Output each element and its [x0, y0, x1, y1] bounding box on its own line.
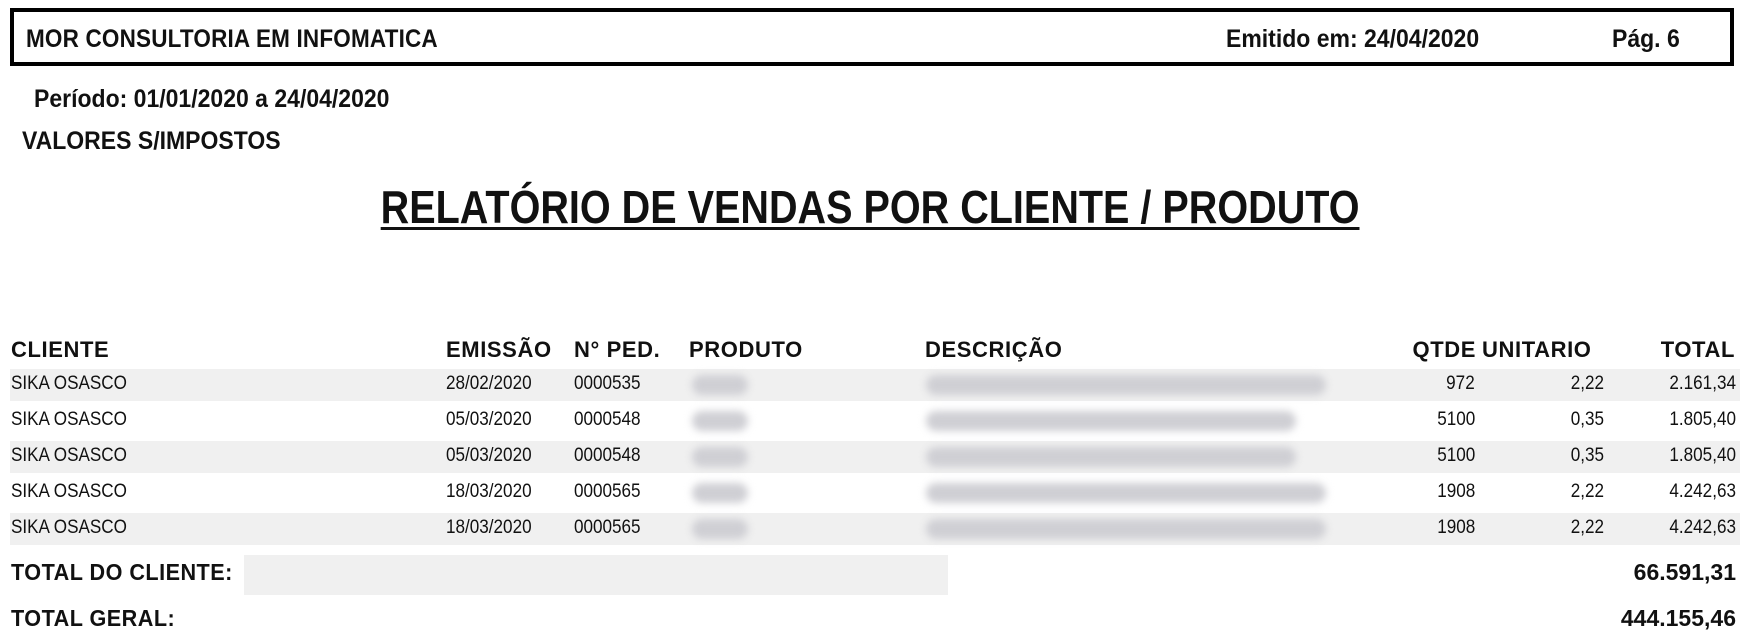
cell-unitario: 2,22 [1570, 481, 1604, 502]
redacted-produto [692, 375, 748, 395]
total-client-band [244, 555, 948, 595]
redacted-descricao [926, 411, 1296, 431]
values-note: VALORES S/IMPOSTOS [22, 127, 281, 155]
redacted-descricao [926, 375, 1326, 395]
table-row: SIKA OSASCO 05/03/2020 0000548 5100 0,35… [10, 441, 1740, 473]
cell-unitario: 0,35 [1570, 409, 1604, 430]
redacted-produto [692, 447, 748, 467]
cell-cliente: SIKA OSASCO [11, 409, 127, 430]
client-total-value: 66.591,31 [1633, 559, 1736, 585]
cell-emissao: 05/03/2020 [446, 445, 532, 466]
report-title: RELATÓRIO DE VENDAS POR CLIENTE / PRODUT… [0, 180, 1740, 234]
table-row: SIKA OSASCO 05/03/2020 0000548 5100 0,35… [10, 405, 1740, 437]
report-header: MOR CONSULTORIA EM INFOMATICA Emitido em… [10, 8, 1734, 66]
cell-pedido: 0000535 [574, 373, 641, 394]
cell-cliente: SIKA OSASCO [11, 445, 127, 466]
cell-pedido: 0000548 [574, 445, 641, 466]
cell-total: 1.805,40 [1669, 445, 1736, 466]
col-unitario: UNITARIO [1482, 337, 1592, 362]
grand-total-value: 444.155,46 [1620, 605, 1736, 631]
col-cliente: CLIENTE [11, 337, 110, 362]
col-total: TOTAL [1660, 337, 1735, 362]
cell-total: 4.242,63 [1669, 481, 1736, 502]
cell-pedido: 0000565 [574, 517, 641, 538]
cell-pedido: 0000565 [574, 481, 641, 502]
cell-emissao: 28/02/2020 [446, 373, 532, 394]
cell-unitario: 2,22 [1570, 517, 1604, 538]
cell-total: 2.161,34 [1669, 373, 1736, 394]
col-descricao: DESCRIÇÃO [925, 337, 1063, 362]
redacted-descricao [926, 519, 1326, 539]
cell-emissao: 18/03/2020 [446, 517, 532, 538]
cell-pedido: 0000548 [574, 409, 641, 430]
redacted-produto [692, 519, 748, 539]
company-name: MOR CONSULTORIA EM INFOMATICA [26, 25, 438, 53]
table-row: SIKA OSASCO 28/02/2020 0000535 972 2,22 … [10, 369, 1740, 401]
issued-date: Emitido em: 24/04/2020 [1226, 25, 1480, 53]
col-qtde: QTDE [1412, 337, 1476, 362]
redacted-descricao [926, 483, 1326, 503]
report-period: Período: 01/01/2020 a 24/04/2020 [34, 85, 390, 113]
cell-qtde: 1908 [1436, 481, 1475, 502]
table-row: SIKA OSASCO 18/03/2020 0000565 1908 2,22… [10, 477, 1740, 509]
redacted-descricao [926, 447, 1296, 467]
page-number: Pág. 6 [1612, 25, 1680, 53]
client-total-label: TOTAL DO CLIENTE: [11, 559, 233, 585]
report-title-text: RELATÓRIO DE VENDAS POR CLIENTE / PRODUT… [380, 181, 1360, 233]
cell-emissao: 18/03/2020 [446, 481, 532, 502]
cell-total: 4.242,63 [1669, 517, 1736, 538]
cell-emissao: 05/03/2020 [446, 409, 532, 430]
col-produto: PRODUTO [689, 337, 803, 362]
cell-total: 1.805,40 [1669, 409, 1736, 430]
redacted-produto [692, 411, 748, 431]
cell-qtde: 5100 [1436, 445, 1475, 466]
cell-unitario: 0,35 [1570, 445, 1604, 466]
col-pedido: N° PED. [574, 337, 661, 362]
col-emissao: EMISSÃO [446, 337, 552, 362]
cell-cliente: SIKA OSASCO [11, 481, 127, 502]
cell-cliente: SIKA OSASCO [11, 517, 127, 538]
cell-qtde: 1908 [1436, 517, 1475, 538]
cell-unitario: 2,22 [1570, 373, 1604, 394]
table-row: SIKA OSASCO 18/03/2020 0000565 1908 2,22… [10, 513, 1740, 545]
grand-total-label: TOTAL GERAL: [11, 605, 176, 631]
redacted-produto [692, 483, 748, 503]
cell-cliente: SIKA OSASCO [11, 373, 127, 394]
cell-qtde: 5100 [1436, 409, 1475, 430]
cell-qtde: 972 [1446, 373, 1475, 394]
